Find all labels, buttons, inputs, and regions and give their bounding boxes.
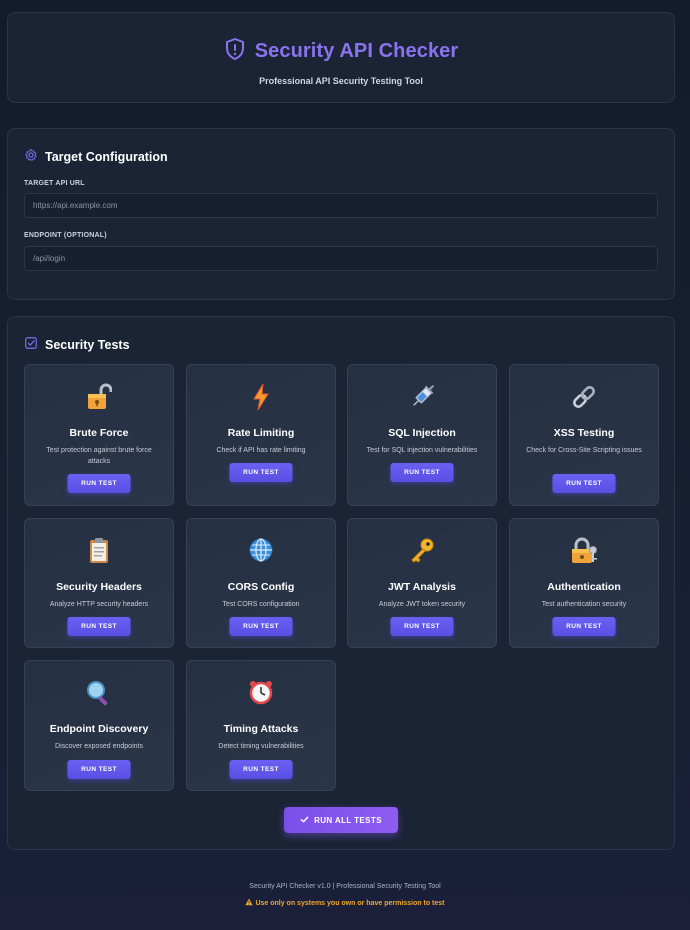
footer-version-text: Security API Checker v1.0 | Professional… <box>249 883 441 890</box>
lock-with-key-icon <box>510 537 658 565</box>
target-api-url-label: TARGET API URL <box>24 180 85 187</box>
test-card-sql-injection: SQL Injection Test for SQL injection vul… <box>347 364 497 506</box>
test-description: Test authentication security <box>541 601 627 608</box>
test-name: Endpoint Discovery <box>49 723 149 735</box>
run-sql-injection-button[interactable]: RUN TEST <box>390 463 454 482</box>
globe-icon <box>187 537 335 565</box>
test-name: CORS Config <box>227 581 295 593</box>
footer-warning: Use only on systems you own or have perm… <box>0 898 690 907</box>
run-all-tests-label: RUN ALL TESTS <box>314 815 382 825</box>
run-security-headers-button[interactable]: RUN TEST <box>67 617 131 636</box>
magnifier-icon <box>25 679 173 707</box>
gear-icon <box>24 148 38 165</box>
lightning-icon <box>187 383 335 411</box>
test-card-rate-limiting: Rate Limiting Check if API has rate limi… <box>186 364 336 506</box>
syringe-icon <box>348 383 496 411</box>
test-description: Analyze JWT token security <box>378 601 466 608</box>
test-name: JWT Analysis <box>388 581 456 593</box>
target-configuration-panel: Target Configuration TARGET API URL ENDP… <box>7 128 675 300</box>
target-configuration-title: Target Configuration <box>45 149 168 164</box>
test-card-xss-testing: XSS Testing Check for Cross-Site Scripti… <box>509 364 659 506</box>
security-tests-title: Security Tests <box>45 337 130 352</box>
test-description: Check for Cross-Site Scripting issues <box>526 447 642 454</box>
header-panel: Security API Checker Professional API Se… <box>7 12 675 103</box>
checkbox-icon <box>24 336 38 353</box>
test-name: Authentication <box>547 581 621 593</box>
test-name: Brute Force <box>69 427 129 439</box>
endpoint-label: ENDPOINT (OPTIONAL) <box>24 232 107 239</box>
shield-icon <box>224 37 246 66</box>
run-brute-force-button[interactable]: RUN TEST <box>67 474 131 493</box>
test-name: Security Headers <box>56 581 142 593</box>
target-api-url-input[interactable] <box>24 193 658 218</box>
test-description: Detect timing vulnerabilities <box>218 743 304 750</box>
test-name: Timing Attacks <box>223 723 299 735</box>
test-description: Test protection against brute force atta… <box>46 447 152 465</box>
test-description: Analyze HTTP security headers <box>49 601 149 608</box>
key-icon <box>348 537 496 565</box>
alarm-clock-icon <box>187 679 335 707</box>
security-tests-heading: Security Tests <box>24 336 130 353</box>
test-description: Check if API has rate limiting <box>216 447 306 454</box>
endpoint-input[interactable] <box>24 246 658 271</box>
target-configuration-heading: Target Configuration <box>24 148 168 165</box>
test-card-security-headers: Security Headers Analyze HTTP security h… <box>24 518 174 648</box>
test-card-brute-force: Brute Force Test protection against brut… <box>24 364 174 506</box>
test-card-endpoint-discovery: Endpoint Discovery Discover exposed endp… <box>24 660 174 791</box>
test-name: SQL Injection <box>388 427 456 439</box>
warning-icon <box>245 898 255 907</box>
run-timing-attacks-button[interactable]: RUN TEST <box>229 760 293 779</box>
run-xss-testing-button[interactable]: RUN TEST <box>552 474 616 493</box>
test-card-jwt-analysis: JWT Analysis Analyze JWT token security … <box>347 518 497 648</box>
link-icon <box>510 383 658 411</box>
run-rate-limiting-button[interactable]: RUN TEST <box>229 463 293 482</box>
checkmark-icon <box>300 815 309 826</box>
test-card-cors-config: CORS Config Test CORS configuration RUN … <box>186 518 336 648</box>
test-card-authentication: Authentication Test authentication secur… <box>509 518 659 648</box>
clipboard-icon <box>25 537 173 565</box>
run-authentication-button[interactable]: RUN TEST <box>552 617 616 636</box>
test-name: XSS Testing <box>553 427 615 439</box>
run-cors-config-button[interactable]: RUN TEST <box>229 617 293 636</box>
test-name: Rate Limiting <box>227 427 295 439</box>
security-tests-panel: Security Tests Brute Force Test protecti… <box>7 316 675 850</box>
run-all-tests-button[interactable]: RUN ALL TESTS <box>284 807 398 833</box>
test-card-timing-attacks: Timing Attacks Detect timing vulnerabili… <box>186 660 336 791</box>
run-jwt-analysis-button[interactable]: RUN TEST <box>390 617 454 636</box>
page-subtitle: Professional API Security Testing Tool <box>259 76 423 86</box>
run-endpoint-discovery-button[interactable]: RUN TEST <box>67 760 131 779</box>
test-description: Test for SQL injection vulnerabilities <box>366 447 478 454</box>
test-description: Discover exposed endpoints <box>55 743 143 750</box>
test-description: Test CORS configuration <box>222 601 300 608</box>
unlocked-padlock-icon <box>25 383 173 411</box>
page-title: Security API Checker <box>254 40 459 62</box>
footer-warning-text: Use only on systems you own or have perm… <box>255 900 445 907</box>
